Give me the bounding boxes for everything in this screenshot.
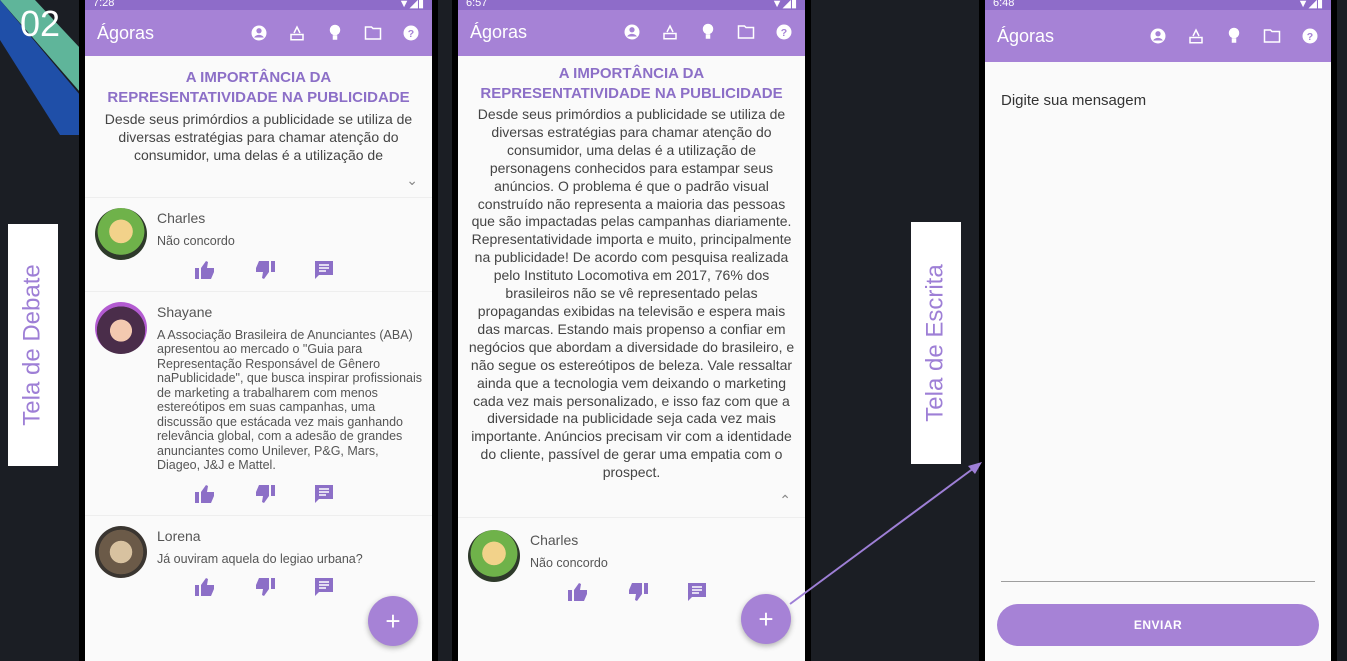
app-title: Ágoras [470,21,528,42]
folder-icon[interactable] [1263,27,1281,45]
comment-text: Não concordo [157,234,235,248]
comment-text: Já ouviram aquela do legiao urbana? [157,551,363,566]
label-writing-screen: Tela de Escrita [911,222,961,464]
svg-text:?: ? [781,27,787,39]
comment-text: Não concordo [530,556,608,571]
folder-icon[interactable] [364,24,382,42]
thumb-down-icon[interactable] [255,578,275,596]
label-debate-screen: Tela de Debate [8,224,58,466]
comment-icon[interactable] [315,260,335,279]
svg-text:?: ? [1307,31,1313,43]
phone-debate-expanded: 6:57 ▼◢▮ Ágoras ? A IMPORTÂNCIA DA REPRE… [452,0,811,661]
thumb-up-icon[interactable] [195,484,215,503]
article-title: A IMPORTÂNCIA DA REPRESENTATIVIDADE NA P… [107,69,410,106]
comment-text: A Associação Brasileira de Anunciantes (… [157,327,423,473]
add-comment-button[interactable]: + [368,596,418,646]
ballot-icon[interactable] [288,24,306,42]
comment-icon[interactable] [315,578,335,596]
phone-writing: 6:48 ▼◢▮ Ágoras ? Digite sua mensagem EN… [979,0,1337,661]
label-writing-text: Tela de Escrita [922,264,949,422]
help-icon[interactable]: ? [1301,27,1319,45]
signal-icon: ▼◢▮ [1297,0,1323,10]
app-title: Ágoras [997,25,1055,46]
chevron-down-icon[interactable]: ⌄ [85,164,432,197]
thumb-down-icon[interactable] [255,484,275,503]
app-bar: Ágoras ? [985,10,1331,62]
comment-author: Charles [530,532,579,549]
article-excerpt: Desde seus primórdios a publicidade se u… [104,111,413,163]
help-icon[interactable]: ? [402,24,420,42]
comment-author: Charles [157,210,206,226]
app-title: Ágoras [97,22,155,43]
slide-number: 02 [20,3,61,44]
thumb-up-icon[interactable] [195,260,215,279]
avatar [95,208,147,260]
account-circle-icon[interactable] [1149,27,1167,45]
folder-icon[interactable] [737,23,755,41]
ballot-icon[interactable] [1187,27,1205,45]
svg-text:?: ? [408,28,414,40]
signal-icon: ▼◢▮ [398,0,424,10]
add-comment-button[interactable]: + [741,594,791,644]
comment-author: Lorena [157,527,201,544]
lightbulb-icon[interactable] [699,23,717,41]
message-input[interactable]: Digite sua mensagem [985,62,1331,139]
lightbulb-icon[interactable] [1225,27,1243,45]
app-bar: Ágoras ? [458,8,805,56]
comment-icon[interactable] [688,582,708,601]
avatar [95,525,147,578]
status-bar: 6:48 ▼◢▮ [985,0,1331,10]
status-time: 7:28 [93,0,115,9]
lightbulb-icon[interactable] [326,24,344,42]
article-title: A IMPORTÂNCIA DA REPRESENTATIVIDADE NA P… [480,65,783,102]
thumb-up-icon[interactable] [568,582,588,601]
comment-icon[interactable] [315,484,335,503]
label-debate-text: Tela de Debate [19,264,47,426]
avatar [95,301,147,354]
input-underline [1001,581,1315,582]
status-bar: 7:28 ▼◢▮ [85,0,432,10]
help-icon[interactable]: ? [775,23,793,41]
ballot-icon[interactable] [661,23,679,41]
account-circle-icon[interactable] [250,24,268,42]
thumb-up-icon[interactable] [195,578,215,596]
avatar [468,530,520,583]
comment-item: Lorena Já ouviram aquela do legiao urban… [85,514,432,608]
signal-icon: ▼◢▮ [771,0,797,10]
app-bar: Ágoras ? [85,10,432,56]
phone-debate: 7:28 ▼◢▮ Ágoras ? A IMPORTÂNCIA DA REPRE… [79,0,438,661]
thumb-down-icon[interactable] [628,582,648,601]
article-full-text: Desde seus primórdios a publicidade se u… [468,106,795,481]
send-button[interactable]: ENVIAR [997,604,1319,646]
status-bar: 6:57 ▼◢▮ [458,0,805,10]
comment-author: Shayane [157,303,213,320]
thumb-down-icon[interactable] [255,260,275,279]
comment-item: Charles Não concordo [85,197,432,291]
comment-item: Shayane A Associação Brasileira de Anunc… [85,290,432,515]
chevron-up-icon[interactable]: ⌃ [458,482,805,517]
status-time: 6:57 [466,0,488,9]
status-time: 6:48 [993,0,1015,9]
account-circle-icon[interactable] [623,23,641,41]
